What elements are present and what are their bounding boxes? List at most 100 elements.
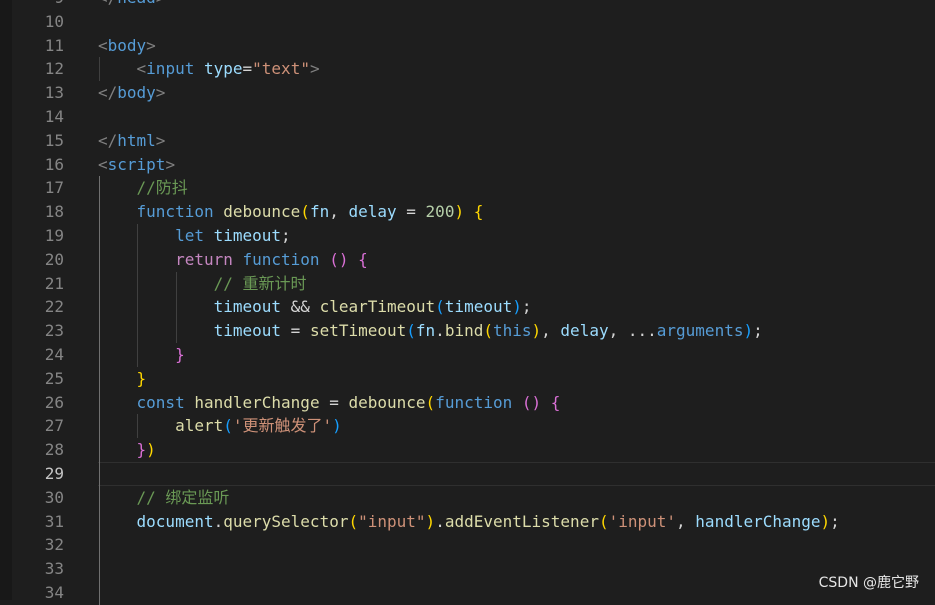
code-line[interactable]: 15 </html> <box>12 129 935 153</box>
line-code: }) <box>98 438 156 462</box>
code-token: = <box>242 59 253 79</box>
code-token: ) <box>512 297 522 317</box>
code-token: ( <box>300 202 310 222</box>
code-token: { <box>358 249 368 269</box>
code-line[interactable]: 25 } <box>12 367 935 391</box>
line-number: 15 <box>44 130 64 150</box>
code-token: () <box>329 249 349 269</box>
code-token: head <box>117 0 156 7</box>
code-token: function <box>136 202 214 222</box>
code-line[interactable]: 14 <box>12 105 935 129</box>
code-line[interactable]: 34 <box>12 581 935 605</box>
code-line[interactable]: 33 <box>12 557 935 581</box>
indent-guide <box>99 176 100 605</box>
code-token: . <box>213 511 224 531</box>
code-line[interactable]: 21 // 重新计时 <box>12 272 935 296</box>
indent-guide <box>137 224 139 367</box>
code-token: ( <box>483 321 493 341</box>
line-number: 19 <box>44 225 64 245</box>
line-number: 25 <box>44 368 64 388</box>
code-line[interactable]: 32 <box>12 533 935 557</box>
line-number: 20 <box>44 249 64 269</box>
code-token: function <box>435 392 513 412</box>
code-token: < <box>136 59 147 79</box>
code-token: handlerChange <box>194 392 320 412</box>
line-number: 22 <box>44 297 64 317</box>
code-line[interactable]: 24 } <box>12 343 935 367</box>
code-token: ) <box>531 321 542 341</box>
line-number: 13 <box>44 83 64 103</box>
line-code: <script> <box>98 153 175 177</box>
code-token: "text" <box>252 59 310 79</box>
code-line[interactable]: 20 return function () { <box>12 248 935 272</box>
code-line[interactable]: 19 let timeout; <box>12 224 935 248</box>
code-line[interactable]: 30 // 绑定监听 <box>12 486 935 510</box>
code-token: && <box>281 297 320 317</box>
line-code: let timeout; <box>98 224 291 248</box>
code-token: ; <box>830 511 840 531</box>
code-line[interactable]: 18 function debounce(fn, delay = 200) { <box>12 200 935 224</box>
line-number: 12 <box>44 59 64 79</box>
indent-guide <box>137 414 139 439</box>
code-line[interactable]: 12 <input type="text"> <box>12 57 935 81</box>
code-line[interactable]: 10 <box>12 10 935 34</box>
code-token: timeout <box>444 297 513 317</box>
code-line[interactable]: 28 }) <box>12 438 935 462</box>
code-token: type <box>203 59 243 79</box>
code-line[interactable]: 23 timeout = setTimeout(fn.bind(this), d… <box>12 319 935 343</box>
code-line[interactable]: 16 <script> <box>12 153 935 177</box>
code-line[interactable]: 11 <body> <box>12 34 935 58</box>
code-token: body <box>107 35 147 55</box>
code-token: > <box>156 0 166 7</box>
code-token: </ <box>98 83 118 103</box>
code-token: const <box>136 392 185 412</box>
code-line[interactable]: 22 timeout && clearTimeout(timeout); <box>12 295 935 319</box>
code-line[interactable]: 9 </head> <box>12 0 935 10</box>
indent-guide <box>175 271 177 343</box>
code-line[interactable]: 29 <box>12 461 935 486</box>
csdn-watermark: CSDN @鹿它野 <box>818 575 919 591</box>
left-activity-strip <box>0 0 12 600</box>
line-code: function debounce(fn, delay = 200) { <box>98 200 484 224</box>
code-token: ( <box>435 297 445 317</box>
line-number: 28 <box>44 440 64 460</box>
code-token: ) <box>743 321 754 341</box>
line-code: // 绑定监听 <box>98 486 230 510</box>
code-line[interactable]: 26 const handlerChange = debounce(functi… <box>12 391 935 415</box>
code-token: > <box>155 83 166 103</box>
code-line[interactable]: 31 document.querySelector("input").addEv… <box>12 510 935 534</box>
code-token: { <box>550 392 561 412</box>
line-code: } <box>98 343 185 367</box>
code-line[interactable]: 27 alert('更新触发了') <box>12 414 935 438</box>
code-token: > <box>155 130 166 150</box>
code-token: document <box>136 511 214 531</box>
line-code: //防抖 <box>98 176 188 200</box>
line-code: </body> <box>98 81 165 105</box>
code-editor[interactable]: 9</head>1011<body>12 <input type="text">… <box>12 0 935 605</box>
line-number: 21 <box>44 273 64 293</box>
code-token: ) <box>820 511 831 531</box>
line-number: 33 <box>44 559 64 579</box>
code-token: ; <box>521 297 532 317</box>
code-token: < <box>98 35 108 55</box>
line-code: alert('更新触发了') <box>98 414 342 438</box>
code-token: debounce <box>348 392 426 412</box>
code-line[interactable]: 13 </body> <box>12 81 935 105</box>
code-line[interactable]: 17 //防抖 <box>12 176 935 200</box>
code-token: ) <box>425 511 436 531</box>
code-token: ( <box>223 416 233 436</box>
code-token: // 重新计时 <box>213 273 307 293</box>
code-token: = <box>319 392 349 412</box>
line-number: 11 <box>44 35 64 55</box>
code-token: . <box>435 511 445 531</box>
code-token: } <box>136 440 147 460</box>
line-number: 32 <box>44 535 64 555</box>
